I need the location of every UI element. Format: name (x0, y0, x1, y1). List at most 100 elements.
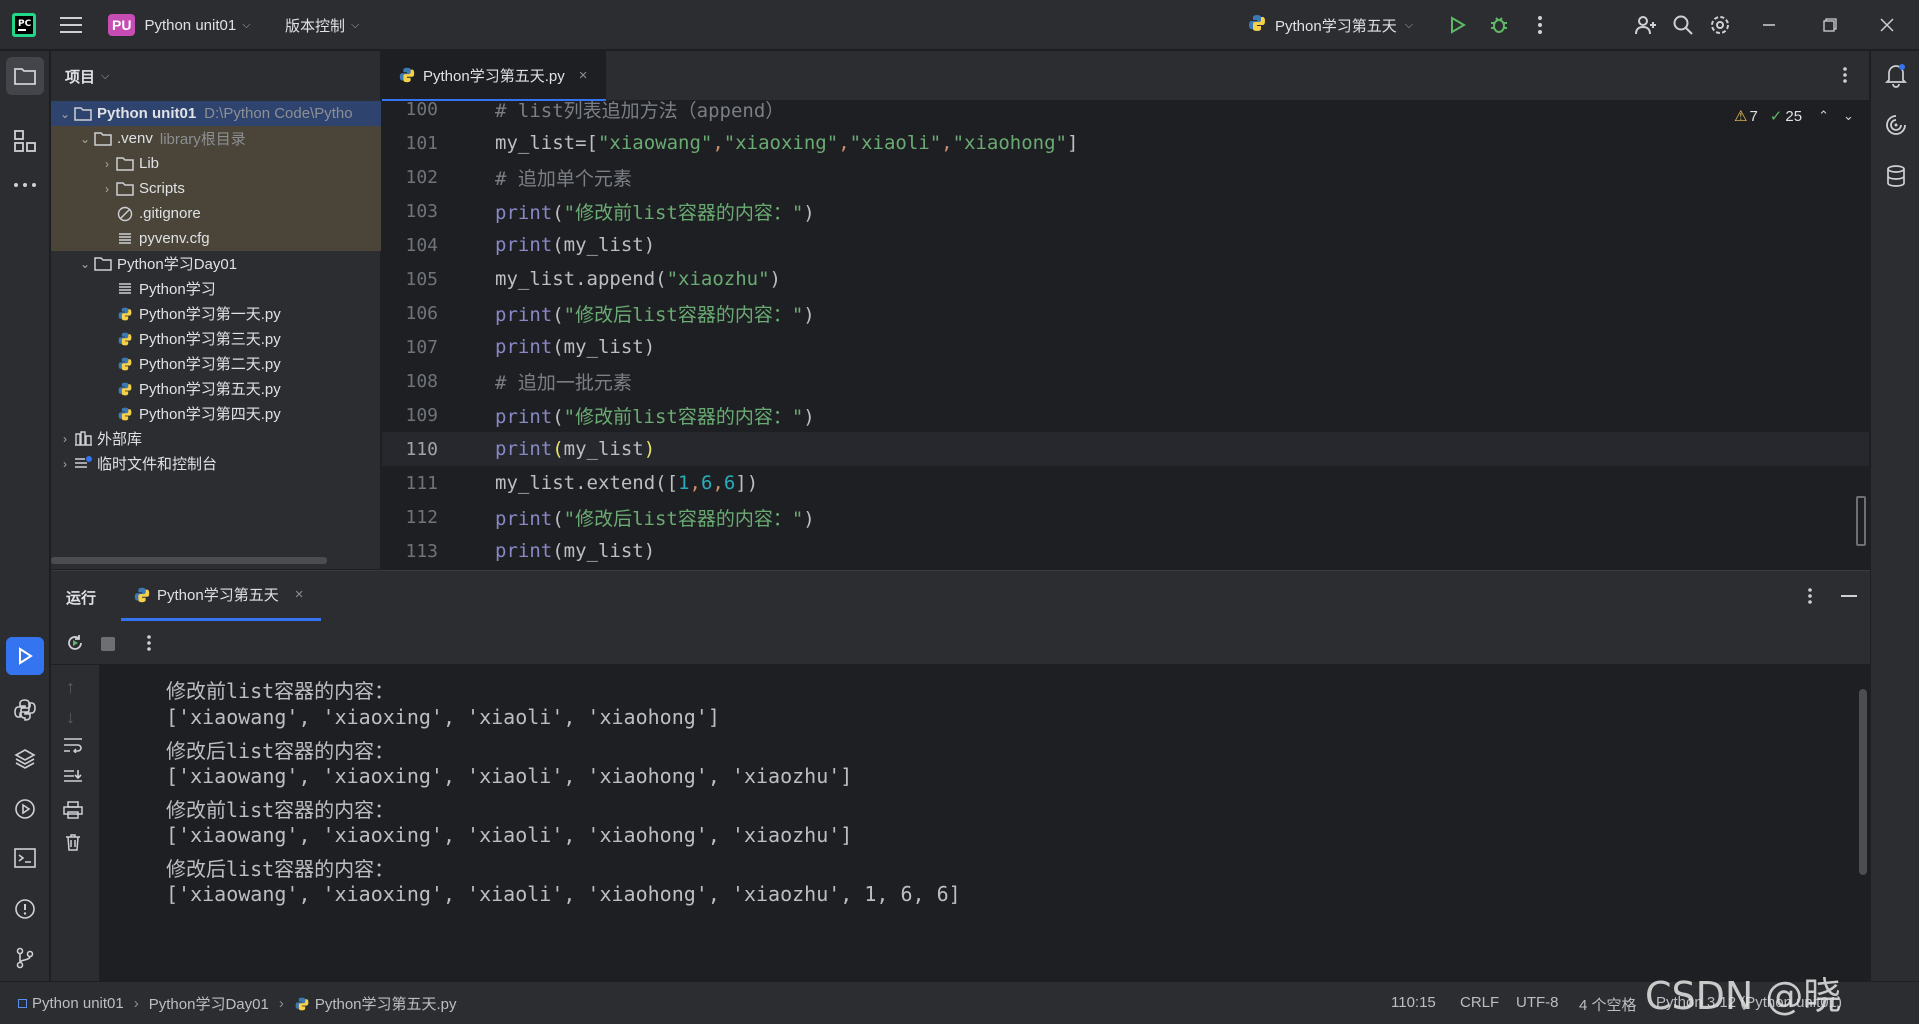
run-panel-options-icon[interactable] (1807, 587, 1813, 609)
breadcrumb-item[interactable]: Python学习第五天.py (315, 993, 457, 1014)
code-line[interactable]: 113 print(my_list) (382, 534, 1869, 568)
tree-item-pyvenv-cfg[interactable]: pyvenv.cfg (51, 226, 381, 251)
editor-tab-active[interactable]: Python学习第五天.py × (382, 51, 606, 101)
code-line[interactable]: 112 print("修改后list容器的内容：") (382, 500, 1869, 534)
debug-button[interactable] (1488, 0, 1510, 50)
console-scrollbar[interactable] (1859, 689, 1867, 875)
breadcrumb-item[interactable]: Python unit01 (32, 995, 124, 1012)
add-user-icon[interactable] (1634, 0, 1658, 50)
indent-setting[interactable]: 4 个空格 (1579, 994, 1637, 1015)
vcs-menu[interactable]: 版本控制 ⌵ (285, 0, 359, 50)
services-button[interactable] (13, 797, 37, 825)
code-line[interactable]: 109 print("修改前list容器的内容：") (382, 398, 1869, 432)
minimize-window-icon[interactable] (1762, 0, 1776, 50)
tree-item-lib[interactable]: › Lib (51, 151, 381, 176)
arrow-down-icon[interactable]: ↓ (66, 707, 75, 728)
database-icon[interactable] (1885, 164, 1907, 192)
console-output[interactable]: 修改前list容器的内容： ['xiaowang', 'xiaoxing', '… (99, 665, 1870, 982)
structure-tool-button[interactable] (13, 129, 37, 157)
tree-item-scratches[interactable]: › 临时文件和控制台 (51, 451, 381, 476)
tree-item-day01-folder[interactable]: ⌄ Python学习Day01 (51, 251, 381, 276)
inspection-widget[interactable]: ⚠ 7 ✓ 25 ⌃ ⌄ (1734, 107, 1854, 126)
tree-item-py-file[interactable]: Python学习第一天.py (51, 301, 381, 326)
python-console-button[interactable] (13, 698, 37, 726)
more-actions-icon[interactable] (1537, 0, 1543, 50)
code-line[interactable]: 104 print(my_list) (382, 228, 1869, 262)
line-number: 101 (405, 132, 438, 154)
arrow-up-icon[interactable]: ↑ (66, 677, 75, 698)
tree-item-external-libraries[interactable]: › 外部库 (51, 426, 381, 451)
code-line[interactable]: 100 # list列表追加方法（append） (382, 101, 1869, 126)
restore-window-icon[interactable] (1823, 0, 1837, 50)
tree-item-py-file[interactable]: Python学习第二天.py (51, 351, 381, 376)
horizontal-scrollbar[interactable] (51, 557, 327, 564)
tree-item-py-file[interactable]: Python学习第五天.py (51, 376, 381, 401)
close-icon[interactable]: × (295, 586, 304, 603)
soft-wrap-icon[interactable] (63, 737, 83, 757)
editor-tab-options-icon[interactable] (1842, 66, 1848, 88)
search-icon[interactable] (1672, 0, 1694, 50)
code-line[interactable]: 107 print(my_list) (382, 330, 1869, 364)
breadcrumb-item[interactable]: Python学习Day01 (149, 993, 269, 1014)
code-line[interactable]: 101 my_list=["xiaowang","xiaoxing","xiaol… (382, 126, 1869, 160)
close-window-icon[interactable] (1880, 0, 1894, 50)
code-line[interactable]: 102 # 追加单个元素 (382, 160, 1869, 194)
code-editor[interactable]: 100 # list列表追加方法（append） 101 my_list=["xiao… (382, 101, 1869, 569)
rerun-icon[interactable] (65, 633, 85, 657)
ai-assistant-icon[interactable] (1884, 113, 1908, 141)
tree-item-python-study[interactable]: Python学习 (51, 276, 381, 301)
code-token: "修改后list容器的内容：" (563, 303, 804, 326)
vertical-scrollbar[interactable] (1856, 496, 1866, 546)
folder-icon (93, 131, 113, 146)
trash-icon[interactable] (64, 833, 82, 855)
project-tool-button[interactable] (6, 57, 44, 95)
run-toolbar-more-icon[interactable] (146, 634, 152, 656)
run-config-selector[interactable]: Python学习第五天 ⌵ (1247, 0, 1413, 50)
chevron-down-icon[interactable]: ⌄ (1843, 108, 1854, 124)
line-separator[interactable]: CRLF (1460, 994, 1499, 1011)
code-token: "xiaowang" (597, 132, 713, 154)
code-line[interactable]: 105 my_list.append("xiaozhu") (382, 262, 1869, 296)
more-tools-icon[interactable] (13, 176, 37, 193)
code-text: # 追加一批元素 (495, 368, 632, 395)
cursor-position[interactable]: 110:15 (1391, 994, 1436, 1011)
stop-icon[interactable] (101, 637, 115, 651)
run-tab[interactable]: Python学习第五天 × (121, 571, 321, 621)
tree-item-py-file[interactable]: Python学习第四天.py (51, 401, 381, 426)
gear-icon[interactable] (1709, 0, 1731, 50)
code-text: # 追加单个元素 (495, 164, 632, 191)
code-line[interactable]: 111 my_list.extend([1,6,6]) (382, 466, 1869, 500)
terminal-button[interactable] (13, 846, 37, 874)
tree-item-label: 外部库 (97, 431, 143, 448)
main-menu-icon[interactable] (60, 0, 82, 50)
code-token: ) (803, 405, 815, 428)
scroll-to-end-icon[interactable] (63, 769, 83, 789)
python-packages-button[interactable] (13, 747, 37, 775)
file-encoding[interactable]: UTF-8 (1516, 994, 1559, 1011)
tree-item-project-root[interactable]: ⌄ Python unit01 D:\Python Code\Pytho (51, 101, 381, 126)
code-line[interactable]: 106 print("修改后list容器的内容：") (382, 296, 1869, 330)
problems-button[interactable] (13, 897, 37, 925)
code-token: "xiaoli" (849, 132, 942, 154)
code-line[interactable]: 103 print("修改前list容器的内容：") (382, 194, 1869, 228)
run-panel-header: 运行 Python学习第五天 × (51, 571, 1870, 621)
tree-item-py-file[interactable]: Python学习第三天.py (51, 326, 381, 351)
tree-item-venv[interactable]: ⌄ .venv library根目录 (51, 126, 381, 151)
code-line[interactable]: 110 print(my_list) (382, 432, 1869, 466)
print-icon[interactable] (63, 801, 83, 823)
notifications-bell-icon[interactable] (1884, 62, 1908, 92)
console-line: 修改前list容器的内容： (166, 679, 395, 703)
run-button[interactable] (1447, 0, 1467, 50)
project-switcher[interactable]: PU Python unit01 ⌵ (108, 0, 251, 50)
project-panel-title: 项目 (65, 68, 96, 86)
chevron-up-icon[interactable]: ⌃ (1818, 108, 1829, 124)
run-tool-button[interactable] (6, 637, 44, 675)
hide-panel-icon[interactable] (1841, 595, 1857, 597)
close-icon[interactable]: × (579, 67, 588, 84)
tree-item-scripts[interactable]: › Scripts (51, 176, 381, 201)
run-tab-label: Python学习第五天 (157, 587, 279, 604)
code-line[interactable]: 108 # 追加一批元素 (382, 364, 1869, 398)
tree-item-gitignore[interactable]: .gitignore (51, 201, 381, 226)
git-button[interactable] (13, 946, 37, 974)
project-panel-header[interactable]: 项目 ⌵ (51, 51, 380, 101)
